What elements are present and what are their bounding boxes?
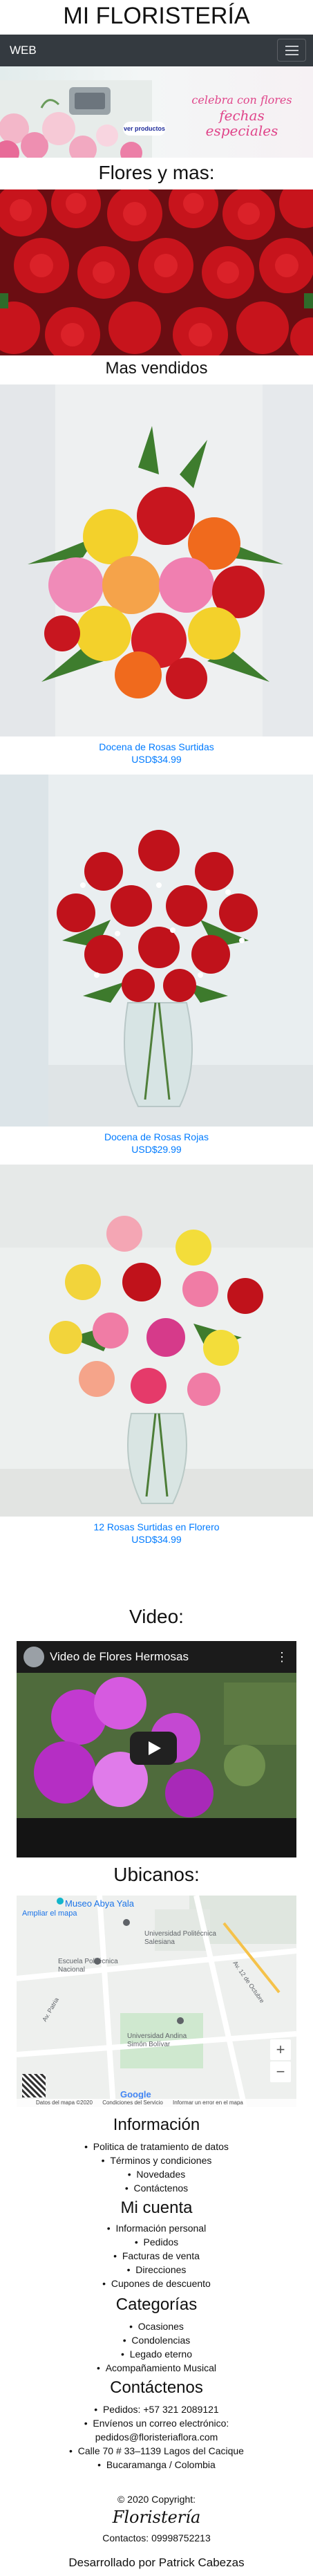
footer-link[interactable]: Términos y condiciones: [102, 2155, 212, 2166]
banner-text: celebra con flores fechas especiales: [173, 93, 311, 138]
contacts-line: Contactos: 09998752213: [102, 2532, 211, 2543]
contact-city: Bucaramanga / Colombia: [97, 2459, 216, 2470]
info-list: Politica de tratamiento de datos Término…: [0, 2140, 313, 2195]
banner-flowers-image: [0, 80, 152, 158]
footer-link[interactable]: Condolencias: [123, 2335, 191, 2346]
product-price: USD$34.99: [131, 1534, 182, 1545]
footer-link[interactable]: Acompañamiento Musical: [97, 2362, 216, 2373]
channel-avatar[interactable]: [23, 1647, 44, 1667]
categories-list: Ocasiones Condolencias Legado eterno Aco…: [0, 2319, 313, 2375]
video-title[interactable]: Video de Flores Hermosas: [50, 1648, 189, 1666]
banner-cta-badge[interactable]: ver productos: [123, 122, 166, 136]
play-button[interactable]: [130, 1732, 177, 1765]
banner-line-2: fechas: [219, 107, 265, 124]
product-name[interactable]: Docena de Rosas Rojas: [0, 1131, 313, 1143]
google-logo-icon: Google: [120, 2089, 151, 2100]
categories-heading: Categorías: [115, 2295, 198, 2314]
map-pin-icon[interactable]: [123, 1919, 130, 1926]
footer-link[interactable]: Pedidos: [135, 2236, 178, 2248]
map-report-link[interactable]: Informar un error en el mapa: [173, 2100, 243, 2106]
location-map[interactable]: Museo Abya Yala Ampliar el mapa Universi…: [17, 1896, 296, 2107]
footer-link[interactable]: Ocasiones: [129, 2321, 184, 2332]
menu-toggle-button[interactable]: [277, 39, 306, 62]
map-label: Universidad Andina Simón Bolívar: [127, 2032, 187, 2048]
product-name[interactable]: Docena de Rosas Surtidas: [0, 741, 313, 753]
museum-pin-icon[interactable]: [57, 1898, 64, 1905]
map-label: Universidad Politécnica Salesiana: [144, 1930, 216, 1946]
play-icon: [149, 1741, 161, 1755]
contact-list: Pedidos: +57 321 2089121 Envíenos un cor…: [0, 2402, 313, 2472]
map-label: Escuela Politécnica Nacional: [58, 1958, 118, 1974]
banner-line-1: celebra con flores: [191, 93, 292, 106]
copyright-text: © 2020 Copyright:: [117, 2494, 196, 2505]
contact-address: Calle 70 # 33–1139 Lagos del Cacique: [69, 2445, 244, 2456]
promo-banner[interactable]: celebra con flores fechas especiales ver…: [0, 66, 313, 158]
developer-credit: Desarrollado por Patrick Cabezas: [68, 2556, 245, 2569]
footer-link[interactable]: Direcciones: [127, 2264, 187, 2275]
footer-link[interactable]: Legado eterno: [121, 2348, 192, 2360]
roses-hero-image: [0, 189, 313, 355]
enlarge-map-link[interactable]: Ampliar el mapa: [22, 1909, 77, 1918]
navbar-brand[interactable]: WEB: [10, 35, 37, 66]
navbar: WEB: [0, 35, 313, 66]
more-options-icon[interactable]: ⋮: [276, 1648, 288, 1666]
account-heading: Mi cuenta: [120, 2198, 193, 2217]
map-pin-icon[interactable]: [177, 2017, 184, 2024]
video-heading: Video:: [129, 1606, 184, 1627]
contact-email-label: Envíenos un correo electrónico:: [84, 2418, 229, 2429]
footer-brand: Floristería: [112, 2508, 201, 2527]
info-heading: Información: [113, 2115, 200, 2134]
qr-icon: [22, 2074, 46, 2097]
product-price: USD$29.99: [131, 1144, 182, 1155]
map-heading: Ubicanos:: [113, 1864, 200, 1885]
map-footer: Datos del mapa ©2020 Condiciones del Ser…: [17, 2099, 296, 2107]
video-player[interactable]: Video de Flores Hermosas ⋮: [17, 1641, 296, 1857]
contact-heading: Contáctenos: [110, 2378, 203, 2397]
map-data-credit: Datos del mapa ©2020: [36, 2100, 93, 2106]
zoom-in-button[interactable]: +: [270, 2039, 291, 2060]
account-list: Información personal Pedidos Facturas de…: [0, 2221, 313, 2290]
contact-phone: Pedidos: +57 321 2089121: [94, 2404, 218, 2415]
product-price: USD$34.99: [131, 754, 182, 765]
contact-email[interactable]: pedidos@floristeriaflora.com: [0, 2430, 313, 2444]
product-image-red-roses[interactable]: [0, 775, 313, 1127]
bestsellers-heading: Mas vendidos: [105, 359, 208, 378]
hamburger-icon: [285, 46, 298, 47]
footer-link[interactable]: Politica de tratamiento de datos: [84, 2141, 229, 2152]
footer-link[interactable]: Novedades: [128, 2169, 186, 2180]
footer-link[interactable]: Información personal: [107, 2223, 206, 2234]
flowers-heading: Flores y mas:: [98, 162, 215, 183]
product-image-assorted-roses[interactable]: [0, 384, 313, 736]
footer-link[interactable]: Contáctenos: [125, 2183, 188, 2194]
footer-link[interactable]: Cupones de descuento: [102, 2278, 211, 2289]
zoom-out-button[interactable]: −: [270, 2061, 291, 2082]
hamburger-icon: [285, 54, 298, 55]
product-image-roses-vase[interactable]: [0, 1165, 313, 1517]
site-title: MI FLORISTERÍA: [63, 3, 250, 29]
footer-link[interactable]: Facturas de venta: [113, 2250, 200, 2261]
map-place-name[interactable]: Museo Abya Yala: [65, 1898, 134, 1909]
banner-line-3: especiales: [205, 122, 278, 139]
map-pin-icon[interactable]: [94, 1958, 101, 1965]
product-name[interactable]: 12 Rosas Surtidas en Florero: [0, 1521, 313, 1533]
hamburger-icon: [285, 50, 298, 51]
map-terms-link[interactable]: Condiciones del Servicio: [102, 2100, 163, 2106]
